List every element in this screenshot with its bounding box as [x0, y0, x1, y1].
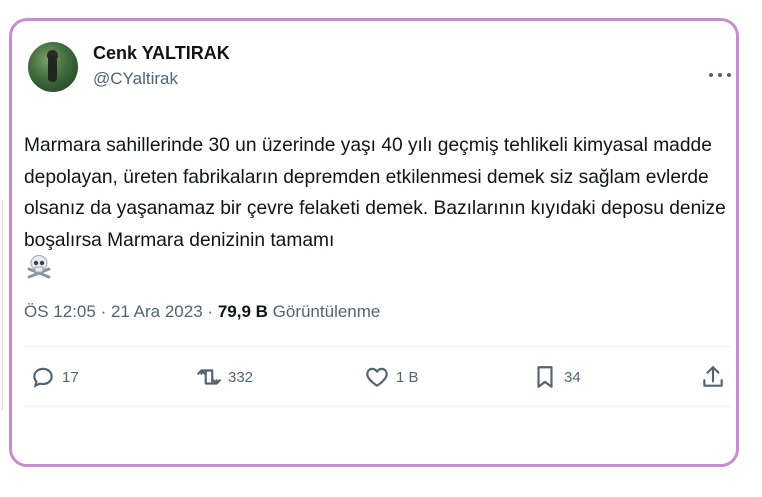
- retweet-icon: [197, 369, 221, 385]
- author-display-name[interactable]: Cenk YALTIRAK: [93, 43, 230, 64]
- skull-and-crossbones-icon: [27, 255, 51, 279]
- author-handle[interactable]: @CYaltirak: [93, 69, 178, 89]
- divider-top: [24, 346, 732, 347]
- meta-separator: ·: [207, 302, 214, 321]
- bookmark-button[interactable]: 34: [532, 362, 581, 392]
- share-button[interactable]: [700, 362, 726, 392]
- share-icon: [703, 366, 723, 387]
- views-count: 79,9 B: [217, 302, 268, 321]
- retweet-button[interactable]: 332: [196, 362, 253, 392]
- tweet-meta: ÖS 12:05 · 21 Ara 2023 · 79,9 B Görüntül…: [24, 302, 380, 322]
- tweet-text: Marmara sahillerinde 30 un üzerinde yaşı…: [24, 135, 726, 251]
- heart-icon: [366, 367, 388, 387]
- views-label: Görüntülenme: [272, 302, 381, 321]
- reply-button[interactable]: 17: [30, 362, 79, 392]
- bookmark-icon: [537, 366, 553, 388]
- bookmark-count: 34: [564, 368, 581, 386]
- avatar[interactable]: [28, 42, 78, 92]
- reply-count: 17: [62, 368, 79, 386]
- divider-bottom: [24, 406, 732, 407]
- left-edge-rule: [2, 200, 3, 410]
- tweet-time[interactable]: ÖS 12:05: [24, 302, 96, 321]
- like-count: 1 B: [396, 368, 419, 386]
- meta-separator: ·: [100, 302, 107, 321]
- retweet-count: 332: [228, 368, 254, 386]
- avatar-figure-body: [48, 56, 57, 82]
- action-bar: 17 332 1 B 34: [24, 362, 734, 392]
- tweet-date[interactable]: 21 Ara 2023: [111, 302, 203, 321]
- like-button[interactable]: 1 B: [364, 362, 419, 392]
- reply-icon: [33, 367, 53, 388]
- more-options-icon[interactable]: [709, 64, 731, 86]
